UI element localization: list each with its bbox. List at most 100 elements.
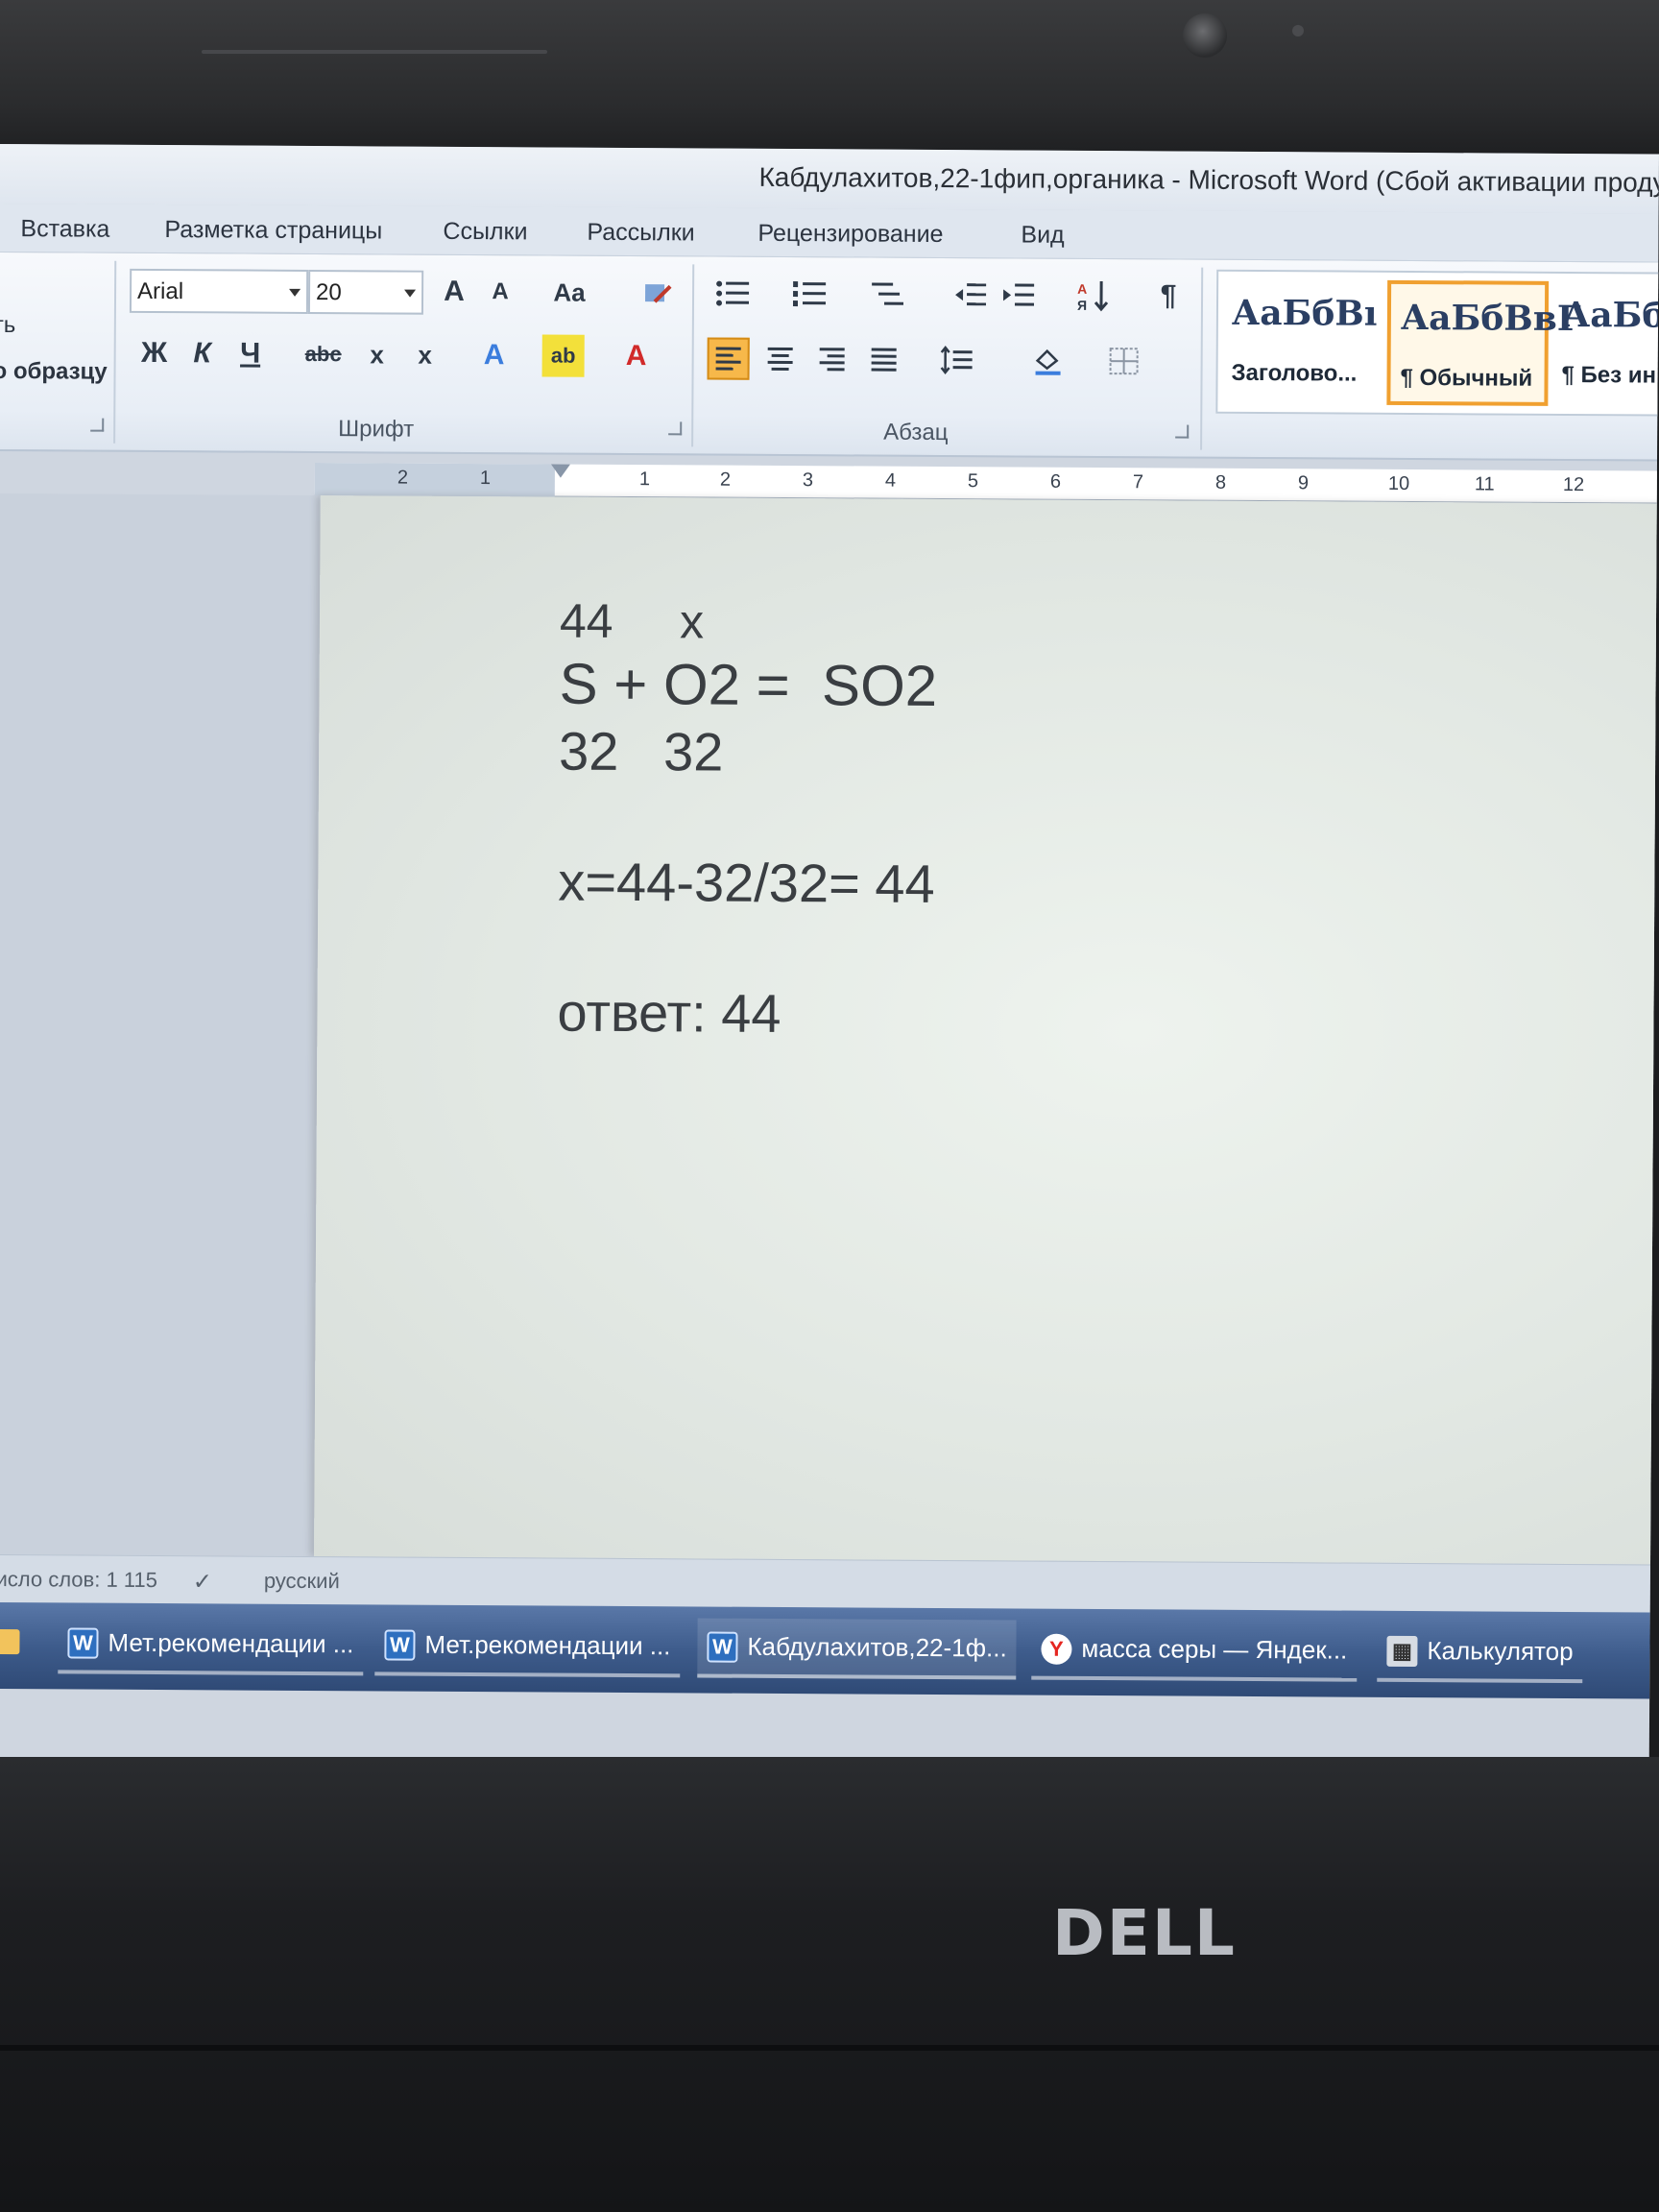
doc-line-molar: 32 32 [558,720,724,782]
strikethrough-button[interactable]: abc [302,333,345,375]
font-name-input[interactable]: Arial [129,268,309,314]
style-heading[interactable]: АаБбВı Заголово... [1221,279,1383,405]
taskbar-item-calculator[interactable]: ▦ Калькулятор [1377,1622,1583,1684]
font-color-button[interactable]: A [615,335,658,377]
language-indicator[interactable]: русский [264,1569,340,1594]
style-sample: АаБбI [1561,294,1659,336]
subscript-button[interactable]: x [356,333,398,375]
ruler-label: 9 [1297,472,1310,494]
line-spacing-icon[interactable] [936,339,978,381]
font-launcher-icon[interactable] [668,421,683,436]
taskbar-item-label: Кабдулахитов,22-1ф... [747,1631,1007,1663]
font-name-value: Arial [136,277,184,305]
chevron-down-icon[interactable] [289,288,301,297]
webcam-led-icon [1292,25,1304,36]
tab-insert[interactable]: Вставка [20,215,109,244]
change-case-button[interactable]: Aa [548,271,590,313]
numbering-icon[interactable] [788,273,830,315]
svg-text:Я: Я [1077,298,1087,312]
doc-line-answer: ответ: 44 [557,981,781,1044]
show-formatting-button[interactable]: ¶ [1147,275,1190,317]
ruler-label: 1 [479,468,492,490]
ruler-label: 5 [967,470,979,493]
monitor-top-bezel [0,0,1659,154]
taskbar: W Мет.рекомендации ... W Мет.рекомендаци… [0,1601,1650,1699]
window-title: Кабдулахитов,22-1фип,органика - Microsof… [758,161,1659,198]
underline-button[interactable]: Ч [229,332,272,374]
align-center-icon[interactable] [759,338,802,380]
highlight-button[interactable]: ab [541,334,585,377]
bold-button[interactable]: Ж [133,332,176,374]
group-separator [113,260,117,444]
taskbar-item-browser[interactable]: Y масса серы — Яндек... [1031,1620,1358,1682]
taskbar-item-label: Мет.рекомендации ... [424,1629,671,1661]
font-group-label: Шрифт [338,416,415,443]
paragraph-group-label: Абзац [883,419,949,446]
text-effects-button[interactable]: A [473,334,516,376]
grow-font-button[interactable]: A [433,271,475,313]
italic-button[interactable]: К [181,332,224,374]
monitor-bottom-bezel: DELL [0,1757,1659,2212]
group-separator [1200,267,1204,450]
ruler-label: 2 [719,469,732,491]
clipboard-item[interactable]: ть [0,312,15,339]
superscript-button[interactable]: x [404,334,446,376]
ruler-label: 11 [1474,473,1495,495]
ruler-label: 10 [1387,472,1410,494]
ruler-label: 4 [884,469,897,492]
ribbon: ть о образцу Arial 20 A A Aa Ж К Ч abc x… [0,251,1659,462]
font-size-input[interactable]: 20 [307,269,424,315]
style-name: Заголово... [1231,359,1358,387]
borders-icon[interactable] [1103,340,1145,382]
paragraph-launcher-icon[interactable] [1175,424,1190,439]
dell-logo: DELL [1052,1896,1237,1970]
taskbar-item-word-2[interactable]: W Мет.рекомендации ... [374,1616,681,1678]
doc-line-calculation: x=44-32/32= 44 [558,851,935,914]
decrease-indent-icon[interactable] [950,274,992,316]
style-name: ¶ Без ин [1561,361,1657,389]
proofing-icon[interactable]: ✓ [193,1568,212,1596]
ruler-label: 3 [802,469,814,492]
tab-view[interactable]: Вид [1021,221,1064,249]
clipboard-launcher-icon[interactable] [90,418,105,432]
ruler-label: 2 [397,467,409,489]
tab-references[interactable]: Ссылки [443,218,527,247]
align-right-icon[interactable] [811,338,854,380]
format-painter-button[interactable]: о образцу [0,358,108,386]
increase-indent-icon[interactable] [998,274,1040,316]
folder-icon[interactable] [0,1628,20,1655]
indent-marker-icon[interactable] [550,464,570,478]
ruler-margin [314,463,555,497]
ruler-label: 8 [1214,471,1227,493]
justify-icon[interactable] [863,338,905,380]
clear-format-icon[interactable] [637,272,679,314]
taskbar-item-label: Мет.рекомендации ... [108,1627,354,1659]
word-icon: W [384,1629,416,1661]
bullets-icon[interactable] [711,273,754,315]
align-left-button[interactable] [707,337,750,380]
word-icon: W [67,1627,99,1659]
ruler-label: 6 [1049,470,1062,493]
screen: Кабдулахитов,22-1фип,органика - Microsof… [0,144,1659,1820]
style-normal[interactable]: АаБбВвГ ¶ Обычный [1386,279,1581,406]
taskbar-item-word-1[interactable]: W Мет.рекомендации ... [58,1614,364,1676]
multilevel-list-icon[interactable] [867,274,909,316]
tab-page-layout[interactable]: Разметка страницы [164,216,382,245]
chevron-down-icon[interactable] [404,289,417,298]
style-no-spacing[interactable]: АаБбI ¶ Без ин [1551,281,1659,407]
font-size-value: 20 [315,279,342,306]
shrink-font-button[interactable]: A [479,271,521,313]
taskbar-item-word-active[interactable]: W Кабдулахитов,22-1ф... [697,1618,1017,1680]
tab-review[interactable]: Рецензирование [757,220,943,249]
bezel-streak [202,50,547,54]
doc-line-masses: 44 x [559,593,705,649]
tab-mailings[interactable]: Рассылки [587,219,694,248]
word-count[interactable]: Число слов: 1 115 [0,1567,157,1593]
sort-icon[interactable]: AЯ [1072,275,1115,317]
document-workspace: 44 x S + O2 = SO2 32 32 x=44-32/32= 44 о… [0,493,1659,1565]
styles-gallery: АаБбВı Заголово... АаБбВвГ ¶ Обычный АаБ… [1215,269,1659,417]
word-icon: W [707,1631,738,1663]
taskbar-item-label: Калькулятор [1427,1636,1574,1667]
shading-icon[interactable] [1028,340,1070,382]
document-page[interactable]: 44 x S + O2 = SO2 32 32 x=44-32/32= 44 о… [314,495,1659,1565]
